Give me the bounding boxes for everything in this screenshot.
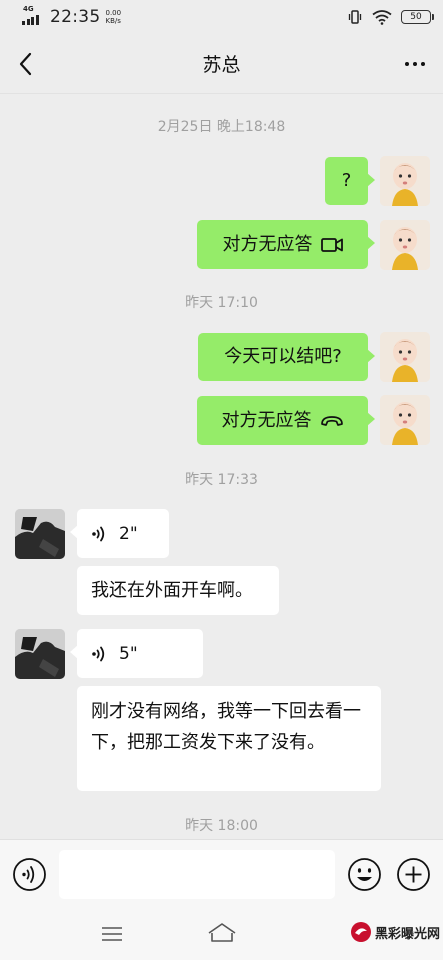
more-dots-icon[interactable]	[401, 52, 429, 76]
system-nav-bar: 黑彩曝光网	[0, 909, 443, 960]
baby-avatar-image	[380, 332, 430, 382]
video-call-icon	[320, 237, 343, 252]
plus-icon[interactable]	[396, 857, 431, 892]
contact-avatar[interactable]	[15, 629, 65, 679]
voice-message-bubble[interactable]: 5"	[70, 629, 203, 678]
voice-mode-icon[interactable]	[12, 857, 47, 892]
battery-indicator: 50	[401, 10, 434, 24]
contact-message-bubble[interactable]: 我还在外面开车啊。	[77, 566, 279, 615]
my-avatar[interactable]	[380, 395, 430, 445]
voice-wave-icon	[92, 646, 105, 661]
watermark-logo-icon	[350, 922, 371, 942]
signal-icon: 4G	[22, 5, 44, 27]
speed-value: 0.00	[105, 9, 122, 17]
timestamp: 昨天 17:10	[185, 295, 258, 311]
timestamp: 昨天 18:00	[185, 818, 258, 834]
timestamp: 昨天 17:33	[185, 472, 258, 488]
phone-hangup-icon	[320, 415, 343, 426]
speed-unit: KB/s	[105, 17, 121, 25]
message-text: ?	[341, 170, 352, 191]
timestamp: 2月25日 晚上18:48	[157, 119, 286, 135]
message-text: 我还在外面开车啊。	[91, 579, 253, 601]
chevron-left-icon[interactable]	[14, 50, 38, 78]
wifi-icon	[372, 10, 392, 25]
dark-avatar-image	[15, 509, 65, 559]
watermark: 黑彩曝光网	[350, 921, 440, 943]
my-message-bubble[interactable]: 对方无应答	[197, 396, 375, 445]
vibrate-icon	[348, 10, 362, 24]
message-text: 对方无应答	[222, 233, 313, 255]
menu-icon[interactable]	[100, 923, 124, 945]
chat-header: 苏总	[0, 34, 443, 94]
baby-avatar-image	[380, 156, 430, 206]
home-icon[interactable]	[206, 921, 238, 945]
message-input[interactable]	[59, 850, 335, 899]
my-message-bubble[interactable]: ?	[325, 157, 375, 205]
dark-avatar-image	[15, 629, 65, 679]
emoji-icon[interactable]	[347, 857, 382, 892]
my-message-bubble[interactable]: 今天可以结吧?	[198, 333, 375, 381]
status-bar: 4G 22:35 0.00 KB/s 50	[0, 0, 443, 34]
watermark-text: 黑彩曝光网	[374, 926, 440, 942]
message-text: 今天可以结吧?	[224, 346, 342, 367]
status-time: 22:35	[50, 7, 101, 27]
contact-avatar[interactable]	[15, 509, 65, 559]
contact-message-bubble[interactable]: 刚才没有网络，我等一下回去看一下，把那工资发下来了没有。	[77, 686, 381, 791]
my-avatar[interactable]	[380, 156, 430, 206]
message-list[interactable]: 2月25日 晚上18:48 ? 对方无应答 昨天 17:10 今天可以结吧? 对…	[0, 95, 443, 839]
my-avatar[interactable]	[380, 220, 430, 270]
voice-message-bubble[interactable]: 2"	[70, 509, 169, 558]
message-text: 对方无应答	[221, 409, 312, 431]
baby-avatar-image	[380, 220, 430, 270]
voice-duration: 2"	[119, 523, 138, 544]
battery-level: 50	[410, 12, 422, 22]
chat-title: 苏总	[202, 54, 241, 76]
voice-duration: 5"	[119, 643, 138, 664]
input-bar	[0, 839, 443, 909]
my-avatar[interactable]	[380, 332, 430, 382]
voice-wave-icon	[92, 526, 105, 541]
network-speed: 0.00 KB/s	[106, 9, 122, 25]
message-text: 刚才没有网络，我等一下回去看一下，把那工资发下来了没有。	[91, 701, 361, 753]
my-message-bubble[interactable]: 对方无应答	[197, 220, 375, 269]
network-type: 4G	[23, 5, 34, 13]
baby-avatar-image	[380, 395, 430, 445]
